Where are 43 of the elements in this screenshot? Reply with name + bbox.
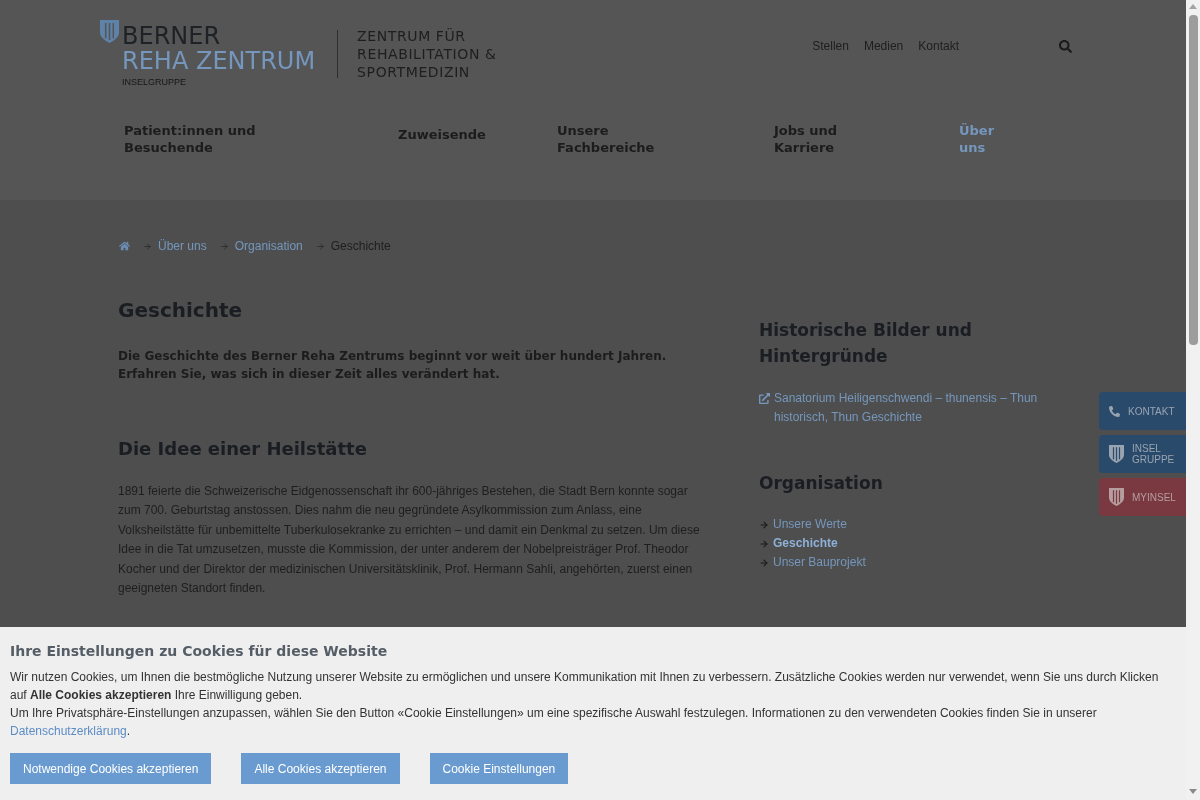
privacy-link[interactable]: Datenschutzerklärung: [10, 724, 127, 738]
nav-link[interactable]: Patient:innen und Besuchende: [124, 122, 284, 156]
cookie-text: Um Ihre Privatsphäre-Einstellungen anzupassen, wählen Sie den Button «Cookie Einstellungen» um eine spezifische Auswahl festzulegen. Informationen zu den verwendeten Cookies finden Sie in unserer Datenschutzerklärung.: [10, 705, 1098, 740]
side-tab[interactable]: MYINSEL: [1099, 478, 1186, 516]
arrow-right-icon: [315, 241, 325, 251]
cookie-button[interactable]: Alle Cookies akzeptieren: [241, 753, 400, 784]
logo-group-name: INSELGRUPPE: [122, 76, 188, 88]
external-link-icon: [759, 393, 770, 404]
side-tab[interactable]: KONTAKT: [1099, 392, 1186, 430]
scrollbar[interactable]: [1186, 0, 1200, 800]
home-icon[interactable]: [119, 241, 130, 251]
arrow-right-icon: [143, 241, 152, 251]
sidebar-link[interactable]: Geschichte: [773, 534, 838, 553]
nav-link[interactable]: Unsere Fachbereiche: [557, 122, 672, 156]
search-icon[interactable]: [1059, 39, 1072, 53]
scrollbar-thumb[interactable]: [1188, 15, 1198, 345]
sidebar-link[interactable]: Unsere Werte: [773, 515, 847, 534]
tagline-text: REHABILITATION &: [357, 45, 497, 63]
shield-icon: [1109, 445, 1124, 463]
cookie-text: Wir nutzen Cookies, um Ihnen die bestmögliche Nutzung unserer Website zu ermöglichen und unsere Kommunikation mit Ihnen zu verbessern. Zusätzliche Cookies werden nur verwendet, wenn Sie uns durch Klicken auf Alle Cookies akzeptieren Ihre Einwilligung geben.: [10, 669, 1160, 704]
cookie-button[interactable]: Cookie Einstellungen: [429, 753, 569, 784]
top-link[interactable]: Stellen: [812, 38, 849, 54]
phone-icon: [1109, 405, 1120, 417]
breadcrumb-link[interactable]: Organisation: [234, 238, 303, 254]
sidebar-link[interactable]: Unser Bauprojekt: [773, 553, 866, 572]
breadcrumb-link[interactable]: Über uns: [158, 238, 207, 254]
arrow-right-icon: [219, 241, 229, 251]
side-tab[interactable]: INSEL GRUPPE: [1099, 435, 1186, 473]
sidebar-link[interactable]: Sanatorium Heiligenschwendi – thunensis – Thun historisch, Thun Geschichte: [774, 389, 1059, 427]
cookie-title: Ihre Einstellungen zu Cookies für diese Website: [10, 642, 389, 661]
nav-link[interactable]: Zuweisende: [398, 126, 486, 143]
shield-logo-icon: [100, 20, 119, 43]
nav-link[interactable]: Jobs und Karriere: [774, 122, 864, 156]
arrow-right-icon: [759, 539, 769, 549]
tagline-text: SPORTMEDIZIN: [357, 63, 471, 81]
scroll-up-icon[interactable]: [1189, 4, 1197, 9]
cookie-button[interactable]: Notwendige Cookies akzeptieren: [10, 753, 212, 784]
shield-icon: [1109, 488, 1124, 506]
logo-subtitle: REHA ZENTRUM: [122, 49, 316, 74]
arrow-right-icon: [759, 558, 769, 568]
nav-link[interactable]: Über uns: [959, 122, 1009, 156]
scroll-down-icon[interactable]: [1189, 789, 1197, 794]
arrow-right-icon: [759, 520, 769, 530]
